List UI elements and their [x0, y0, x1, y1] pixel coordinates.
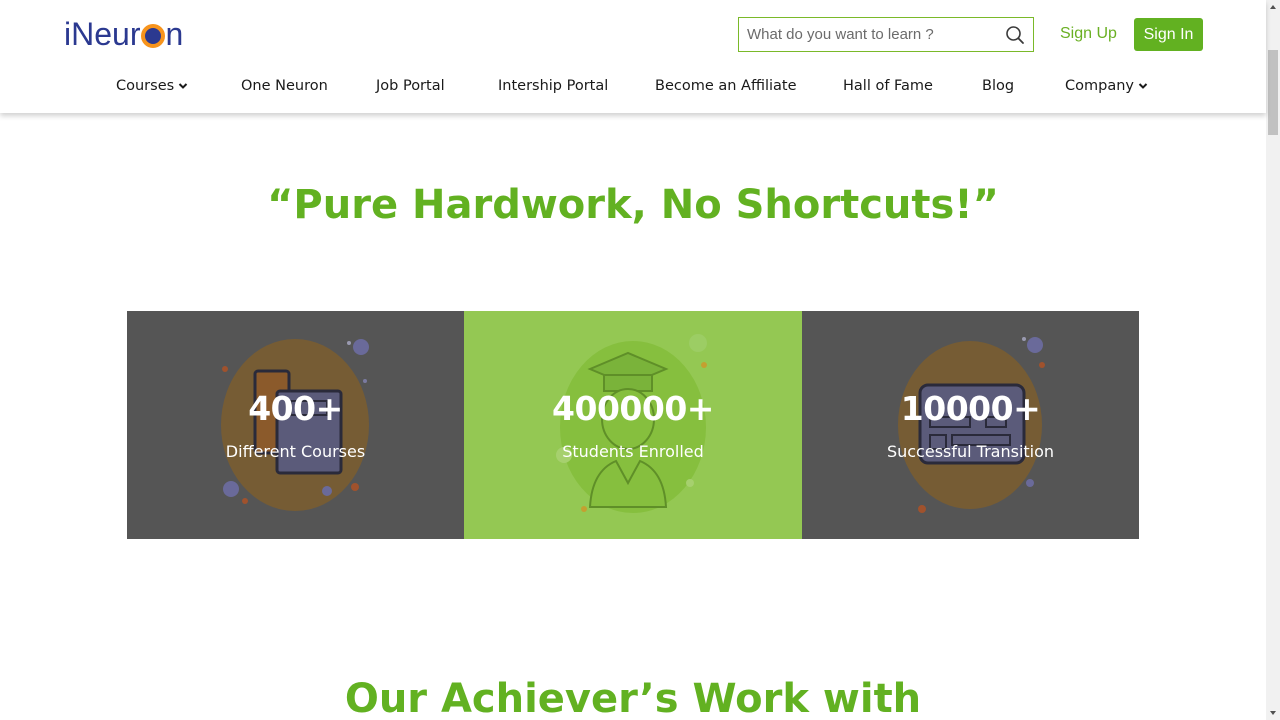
stat-card-courses: 400+ Different Courses	[127, 311, 464, 539]
site-header: iNeurn Sign Up Sign In Courses One Neuro…	[0, 0, 1266, 113]
chevron-down-icon	[178, 78, 188, 94]
nav-item-job-portal[interactable]: Job Portal	[376, 78, 445, 94]
nav-item-company[interactable]: Company	[1065, 78, 1148, 94]
nav-item-label: Company	[1065, 78, 1134, 94]
stat-label: Students Enrolled	[562, 442, 704, 461]
nav-item-label: Become an Affiliate	[655, 78, 797, 94]
nav-item-label: Intership Portal	[498, 78, 609, 94]
stat-value: 400000+	[552, 389, 714, 428]
logo-o-ring	[141, 24, 166, 48]
nav-item-label: Courses	[116, 78, 175, 94]
search-box	[738, 17, 1034, 52]
nav-item-label: Job Portal	[376, 78, 445, 94]
stat-card-students: 400000+ Students Enrolled	[464, 311, 802, 539]
motto-heading: “Pure Hardwork, No Shortcuts!”	[267, 182, 999, 228]
logo-text-start: iNeur	[64, 15, 141, 52]
scroll-down-arrow-icon[interactable]	[1266, 706, 1280, 720]
stat-value: 400+	[248, 389, 343, 428]
page-scrollbar[interactable]	[1266, 0, 1280, 720]
stat-value: 10000+	[900, 389, 1041, 428]
stat-card-transitions: 10000+ Successful Transition	[802, 311, 1139, 539]
stat-label: Successful Transition	[886, 442, 1055, 461]
nav-item-courses[interactable]: Courses	[116, 78, 188, 94]
nav-item-label: Blog	[982, 78, 1015, 94]
search-input[interactable]	[739, 18, 997, 51]
achievers-heading: Our Achiever’s Work with	[344, 676, 922, 720]
main-nav: Courses One Neuron Job Portal Intership …	[0, 78, 1266, 104]
chevron-down-icon	[1138, 78, 1148, 94]
nav-item-one-neuron[interactable]: One Neuron	[241, 78, 328, 94]
sign-up-link[interactable]: Sign Up	[1060, 25, 1117, 43]
search-icon[interactable]	[997, 18, 1033, 51]
nav-item-label: Hall of Fame	[843, 78, 933, 94]
logo-text-end: n	[165, 15, 184, 52]
scrollbar-thumb[interactable]	[1268, 50, 1278, 135]
page: iNeurn Sign Up Sign In Courses One Neuro…	[0, 0, 1280, 720]
nav-item-label: One Neuron	[241, 78, 328, 94]
nav-item-blog[interactable]: Blog	[982, 78, 1014, 94]
sign-in-button[interactable]: Sign In	[1134, 18, 1203, 51]
nav-item-become-affiliate[interactable]: Become an Affiliate	[655, 78, 797, 94]
nav-item-internship-portal[interactable]: Intership Portal	[498, 78, 608, 94]
nav-item-hall-of-fame[interactable]: Hall of Fame	[843, 78, 933, 94]
scroll-up-arrow-icon[interactable]	[1266, 0, 1280, 14]
stat-label: Different Courses	[225, 442, 366, 461]
ineuron-logo[interactable]: iNeur n	[64, 14, 183, 54]
